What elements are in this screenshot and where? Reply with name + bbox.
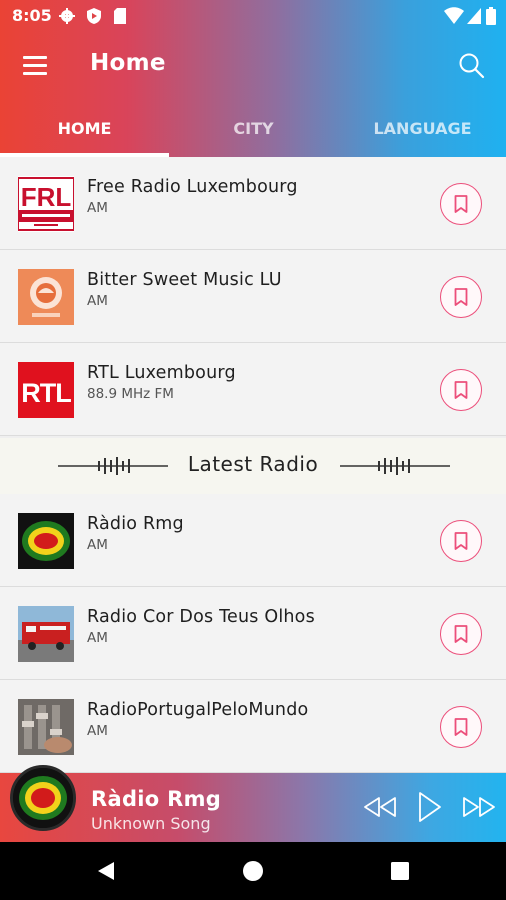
status-time: 8:05 bbox=[12, 6, 52, 25]
battery-icon bbox=[486, 7, 496, 25]
station-row[interactable]: Radio Cor Dos Teus Olhos AM bbox=[0, 587, 506, 680]
search-button[interactable] bbox=[452, 46, 492, 86]
play-button[interactable] bbox=[412, 789, 448, 825]
rewind-icon bbox=[364, 797, 396, 817]
bookmark-button[interactable] bbox=[440, 520, 482, 562]
station-logo bbox=[18, 699, 74, 755]
bookmark-icon bbox=[454, 625, 468, 643]
bookmark-button[interactable] bbox=[440, 706, 482, 748]
bookmark-button[interactable] bbox=[440, 183, 482, 225]
station-logo bbox=[18, 606, 74, 662]
mini-player[interactable]: Ràdio Rmg Unknown Song bbox=[0, 765, 506, 842]
bookmark-icon bbox=[454, 381, 468, 399]
station-name: Ràdio Rmg bbox=[87, 514, 184, 534]
now-playing-artwork bbox=[10, 765, 76, 831]
station-name: Bitter Sweet Music LU bbox=[87, 270, 282, 290]
sound-wave-decoration bbox=[340, 457, 450, 475]
station-name: RTL Luxembourg bbox=[87, 363, 236, 383]
station-band: 88.9 MHz FM bbox=[87, 386, 174, 402]
station-logo bbox=[18, 513, 74, 569]
station-band: AM bbox=[87, 630, 108, 646]
wifi-icon bbox=[444, 7, 464, 24]
bookmark-icon bbox=[454, 532, 468, 550]
station-logo: FRL bbox=[18, 176, 74, 232]
back-icon[interactable] bbox=[94, 859, 118, 883]
signal-icon bbox=[467, 8, 481, 24]
app-header: 8:05 Home HOME CITY LANGUAGE bbox=[0, 0, 506, 157]
search-icon bbox=[459, 53, 485, 79]
tab-bar: HOME CITY LANGUAGE bbox=[0, 100, 506, 157]
tab-city[interactable]: CITY bbox=[169, 100, 338, 157]
station-band: AM bbox=[87, 537, 108, 553]
bookmark-button[interactable] bbox=[440, 613, 482, 655]
recents-square-icon[interactable] bbox=[388, 859, 412, 883]
bookmark-icon bbox=[454, 195, 468, 213]
tab-home[interactable]: HOME bbox=[0, 100, 169, 157]
now-playing-title: Ràdio Rmg bbox=[91, 787, 222, 811]
home-circle-icon[interactable] bbox=[241, 859, 265, 883]
station-name: Radio Cor Dos Teus Olhos bbox=[87, 607, 315, 627]
bookmark-icon bbox=[454, 288, 468, 306]
tab-language[interactable]: LANGUAGE bbox=[338, 100, 506, 157]
menu-icon-bar bbox=[23, 72, 47, 75]
station-band: AM bbox=[87, 723, 108, 739]
station-name: RadioPortugalPeloMundo bbox=[87, 700, 309, 720]
station-band: AM bbox=[87, 200, 108, 216]
rewind-button[interactable] bbox=[362, 789, 398, 825]
station-logo: RTL bbox=[18, 362, 74, 418]
station-row[interactable]: RadioPortugalPeloMundo AM bbox=[0, 680, 506, 773]
fast-forward-button[interactable] bbox=[461, 789, 497, 825]
station-row[interactable]: Bitter Sweet Music LU AM bbox=[0, 250, 506, 343]
now-playing-subtitle: Unknown Song bbox=[91, 814, 211, 833]
station-logo bbox=[18, 269, 74, 325]
menu-icon-bar bbox=[23, 56, 47, 59]
settings-gear-icon bbox=[59, 8, 75, 24]
bookmark-button[interactable] bbox=[440, 369, 482, 411]
station-row[interactable]: Ràdio Rmg AM bbox=[0, 494, 506, 587]
toolbar: Home bbox=[0, 32, 506, 100]
station-name: Free Radio Luxembourg bbox=[87, 177, 298, 197]
station-row[interactable]: FRL Free Radio Luxembourg AM bbox=[0, 157, 506, 250]
latest-radio-header: Latest Radio bbox=[0, 438, 506, 496]
play-icon bbox=[419, 792, 441, 822]
svg-text:RTL: RTL bbox=[21, 378, 71, 408]
station-band: AM bbox=[87, 293, 108, 309]
menu-icon-bar bbox=[23, 64, 47, 67]
shield-icon bbox=[87, 8, 101, 24]
status-bar: 8:05 bbox=[0, 0, 506, 32]
fast-forward-icon bbox=[463, 797, 495, 817]
bookmark-icon bbox=[454, 718, 468, 736]
station-row[interactable]: RTL RTL Luxembourg 88.9 MHz FM bbox=[0, 343, 506, 436]
svg-text:FRL: FRL bbox=[21, 182, 72, 212]
sd-card-icon bbox=[114, 8, 126, 24]
system-nav-bar bbox=[0, 842, 506, 900]
menu-button[interactable] bbox=[14, 46, 56, 86]
page-title: Home bbox=[90, 50, 166, 76]
bookmark-button[interactable] bbox=[440, 276, 482, 318]
